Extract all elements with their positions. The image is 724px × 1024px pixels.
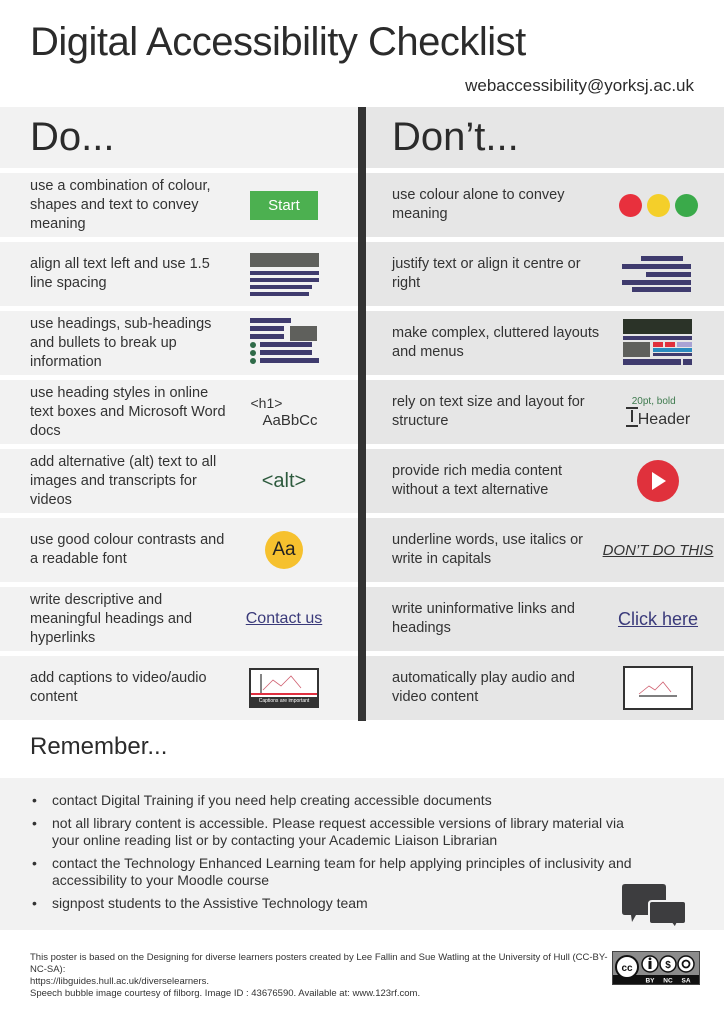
green-dot-icon	[674, 193, 698, 217]
dont-heading: Don’t...	[366, 107, 724, 168]
dont-item-text: write uninformative links and headings	[392, 601, 575, 636]
dont-item-text: provide rich media content without a tex…	[392, 463, 563, 498]
credit-line: This poster is based on the Designing fo…	[30, 952, 608, 975]
credit-link[interactable]: https://libguides.hull.ac.uk/diverselear…	[30, 976, 610, 988]
credits: This poster is based on the Designing fo…	[30, 952, 610, 1000]
dont-column: Don’t... use colour alone to convey mean…	[366, 107, 724, 720]
page-title: Digital Accessibility Checklist	[30, 20, 526, 64]
remember-list: contact Digital Training if you need hel…	[30, 792, 650, 918]
do-item: use headings, sub-headings and bullets t…	[0, 311, 358, 375]
dont-item: provide rich media content without a tex…	[366, 449, 724, 513]
do-item-text: use a combination of colour, shapes and …	[30, 177, 211, 232]
column-divider	[358, 107, 366, 721]
do-item: align all text left and use 1.5 line spa…	[0, 242, 358, 306]
dont-item: write uninformative links and headings C…	[366, 587, 724, 651]
speech-bubbles-icon	[622, 884, 686, 928]
do-item-text: write descriptive and meaningful heading…	[30, 591, 193, 646]
contact-us-link-example[interactable]: Contact us	[246, 610, 322, 628]
centred-text-icon	[622, 256, 691, 292]
play-icon[interactable]	[637, 460, 679, 502]
do-item-text: add captions to video/audio content	[30, 670, 207, 705]
style-sample-label: AaBbCc	[262, 412, 318, 429]
dont-item: automatically play audio and video conte…	[366, 656, 724, 720]
dont-item: underline words, use italics or write in…	[366, 518, 724, 582]
left-aligned-text-icon	[249, 252, 319, 296]
bad-formatting-example: DON’T DO THIS	[602, 541, 714, 559]
do-heading: Do...	[0, 107, 358, 168]
cc-license-badge[interactable]: cc $ BY NC SA	[612, 951, 700, 985]
dont-item-text: underline words, use italics or write in…	[392, 532, 584, 567]
do-item: add captions to video/audio content Capt…	[0, 656, 358, 720]
dont-item-text: justify text or align it centre or right	[392, 256, 581, 291]
do-item: use heading styles in online text boxes …	[0, 380, 358, 444]
visual-header-example: 20pt, bold Header	[625, 395, 691, 429]
headings-bullets-icon	[250, 318, 319, 364]
cc-by-label: BY	[645, 978, 655, 985]
svg-text:cc: cc	[621, 963, 633, 974]
dont-item-text: automatically play audio and video conte…	[392, 670, 575, 705]
dont-item: justify text or align it centre or right	[366, 242, 724, 306]
dont-item: make complex, cluttered layouts and menu…	[366, 311, 724, 375]
readable-font-icon: Aa	[265, 531, 303, 569]
do-item: add alternative (alt) text to all images…	[0, 449, 358, 513]
remember-heading: Remember...	[30, 733, 168, 760]
dont-item: rely on text size and layout for structu…	[366, 380, 724, 444]
remember-item: contact Digital Training if you need hel…	[30, 792, 650, 809]
alt-tag-example: <alt>	[261, 469, 307, 492]
do-column: Do... use a combination of colour, shape…	[0, 107, 358, 720]
dont-item-text: use colour alone to convey meaning	[392, 187, 565, 222]
red-dot-icon	[618, 193, 642, 217]
heading-style-example: <h1> AaBbCc	[250, 394, 317, 430]
caption-label: Captions are important	[251, 697, 317, 706]
dont-item-text: make complex, cluttered layouts and menu…	[392, 325, 600, 360]
cc-sa-label: SA	[681, 978, 690, 985]
credit-line: Speech bubble image courtesy of filborg.…	[30, 988, 421, 999]
video-frame-icon	[623, 666, 693, 710]
h1-tag-label: <h1>	[250, 395, 283, 411]
start-button-example: Start	[250, 190, 318, 220]
svg-text:$: $	[665, 960, 671, 971]
contact-email[interactable]: webaccessibility@yorksj.ac.uk	[465, 76, 694, 96]
do-item: use good colour contrasts and a readable…	[0, 518, 358, 582]
traffic-light-dots-icon	[618, 193, 698, 217]
do-item-text: add alternative (alt) text to all images…	[30, 453, 217, 508]
cluttered-layout-icon	[623, 319, 692, 365]
remember-item: contact the Technology Enhanced Learning…	[30, 855, 650, 889]
remember-item: not all library content is accessible. P…	[30, 815, 650, 849]
do-item-text: use good colour contrasts and a readable…	[30, 532, 225, 567]
captioned-video-icon: Captions are important	[249, 668, 319, 708]
do-item-text: use heading styles in online text boxes …	[30, 384, 226, 439]
click-here-link-example[interactable]: Click here	[618, 609, 698, 630]
cc-nc-label: NC	[663, 978, 673, 985]
remember-box: contact Digital Training if you need hel…	[0, 778, 724, 930]
do-item-text: use headings, sub-headings and bullets t…	[30, 315, 212, 370]
do-item: use a combination of colour, shapes and …	[0, 173, 358, 237]
text-height-icon	[625, 406, 638, 427]
header-label: Header	[637, 410, 691, 428]
do-item-text: align all text left and use 1.5 line spa…	[30, 256, 210, 291]
font-size-label: 20pt, bold	[631, 395, 676, 407]
dont-item: use colour alone to convey meaning	[366, 173, 724, 237]
do-item: write descriptive and meaningful heading…	[0, 587, 358, 651]
dont-item-text: rely on text size and layout for structu…	[392, 394, 585, 429]
remember-item: signpost students to the Assistive Techn…	[30, 895, 650, 912]
yellow-dot-icon	[646, 193, 670, 217]
